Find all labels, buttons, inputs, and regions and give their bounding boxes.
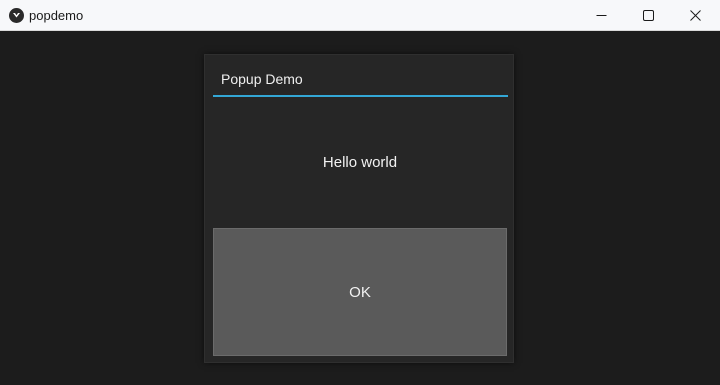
close-icon (689, 9, 701, 21)
title-bar[interactable]: popdemo (0, 0, 720, 31)
minimize-button[interactable] (578, 0, 624, 30)
maximize-icon (642, 9, 654, 21)
minimize-icon (596, 14, 606, 16)
ok-button-label: OK (349, 283, 371, 301)
app-window: popdemo Popup Demo Hello world OK (0, 0, 720, 385)
window-title: popdemo (29, 8, 84, 23)
popup-dialog: Popup Demo Hello world OK (204, 54, 514, 363)
close-button[interactable] (672, 0, 718, 30)
popup-title: Popup Demo (221, 71, 303, 87)
kivy-logo-icon (9, 8, 24, 23)
maximize-button[interactable] (625, 0, 671, 30)
popup-title-separator (213, 95, 508, 97)
ok-button[interactable]: OK (213, 228, 507, 356)
popup-message: Hello world (322, 154, 398, 171)
